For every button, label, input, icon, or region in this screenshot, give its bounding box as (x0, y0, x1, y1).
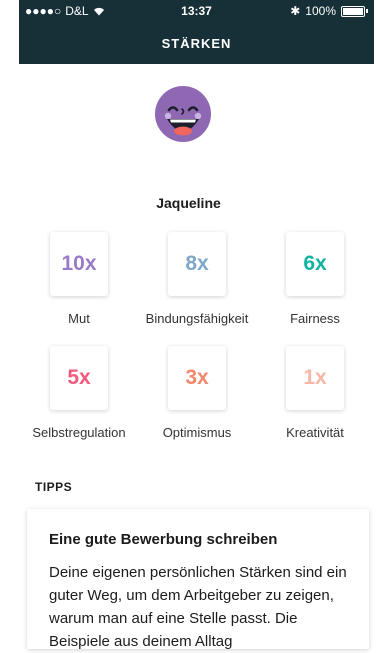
tip-text: Deine eigenen persönlichen Stärken sind … (49, 564, 347, 650)
strength-label: Bindungsfähigkeit (145, 311, 249, 326)
strength-tile-mut[interactable]: 10x (50, 232, 108, 296)
strength-label: Mut (68, 311, 90, 326)
strength-count: 8x (185, 252, 209, 275)
strength-label: Selbstregulation (32, 425, 126, 440)
app-header: ●●●●○ D&L 13:37 ✱ 100% STÄRKEN (19, 0, 374, 64)
tip-title: Eine gute Bewerbung schreiben (49, 531, 278, 548)
strength-count: 3x (185, 366, 209, 389)
battery-percent: 100% (305, 4, 336, 18)
strength-tile-kreativitaet[interactable]: 1x (286, 346, 344, 410)
bluetooth-icon: ✱ (290, 4, 301, 18)
strength-tile-selbstregulation[interactable]: 5x (50, 346, 108, 410)
strength-tile-bindungsfaehigkeit[interactable]: 8x (168, 232, 226, 296)
tip-card[interactable]: Eine gute Bewerbung schreiben Deine eige… (27, 509, 369, 650)
avatar (155, 86, 211, 142)
battery-icon (341, 5, 365, 17)
section-title: TIPPS (35, 480, 73, 494)
strength-tile-optimismus[interactable]: 3x (168, 346, 226, 410)
status-right: ✱ 100% (290, 0, 368, 22)
strength-tile-fairness[interactable]: 6x (286, 232, 344, 296)
profile-name: Jaqueline (156, 195, 221, 211)
strength-count: 5x (67, 366, 91, 389)
strength-count: 1x (303, 366, 327, 389)
strength-count: 10x (61, 252, 97, 275)
battery-tip (366, 9, 368, 13)
status-bar: ●●●●○ D&L 13:37 ✱ 100% (19, 0, 374, 22)
page-title: STÄRKEN (161, 36, 232, 51)
strength-count: 6x (303, 252, 327, 275)
strength-label: Optimismus (162, 425, 232, 440)
strength-label: Kreativität (286, 425, 344, 440)
strength-label: Fairness (290, 311, 340, 326)
